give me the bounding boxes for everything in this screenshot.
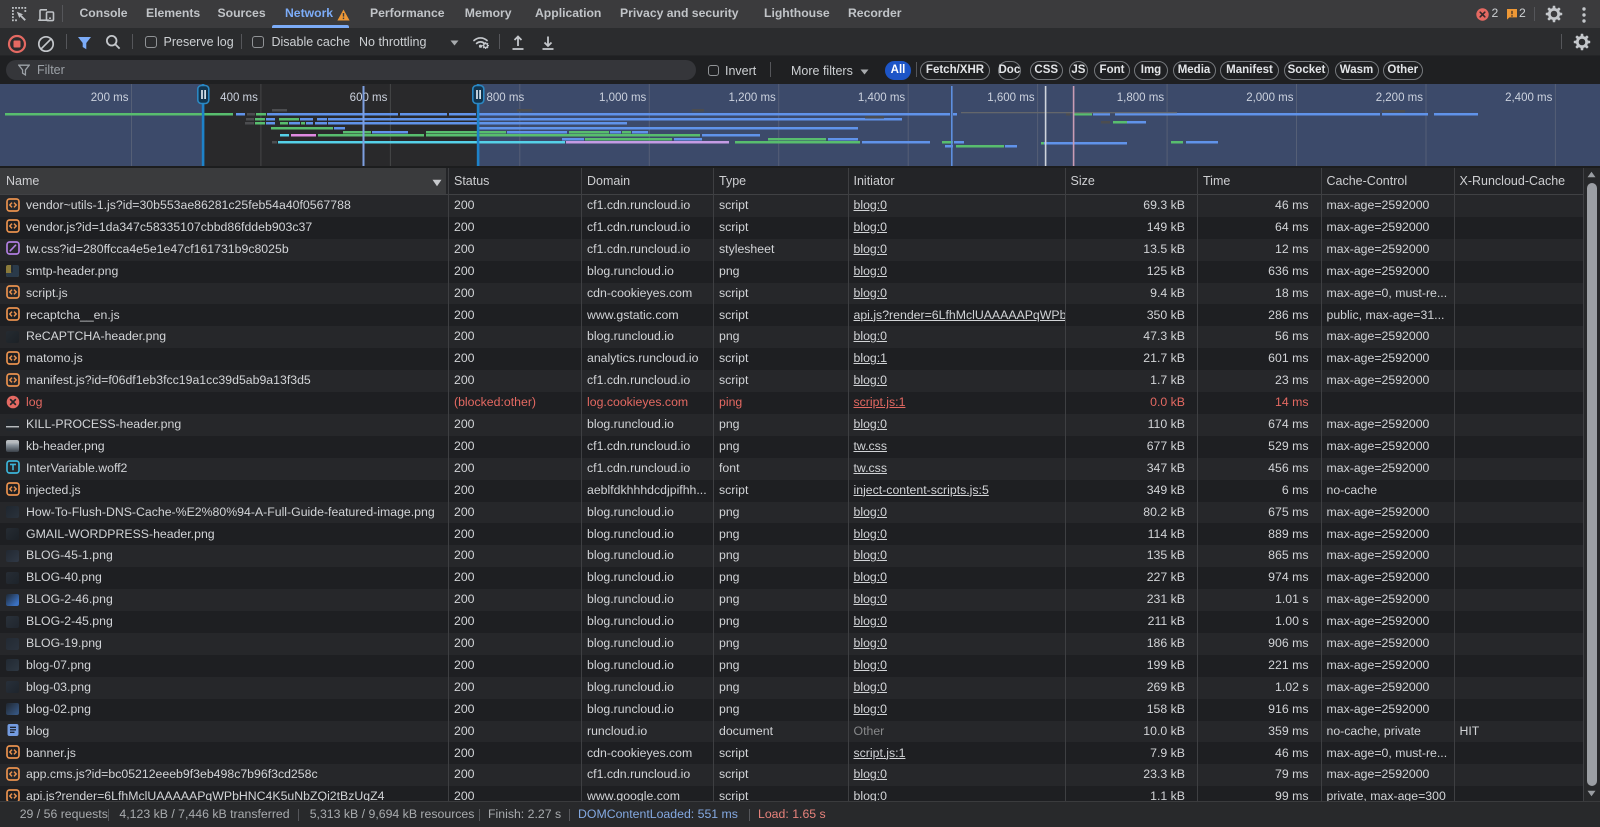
svg-text:2,400 ms: 2,400 ms	[1505, 92, 1553, 104]
svg-text:1,400 ms: 1,400 ms	[858, 92, 906, 104]
svg-text:1,600 ms: 1,600 ms	[987, 92, 1035, 104]
svg-text:1,000 ms: 1,000 ms	[599, 92, 647, 104]
svg-text:1,800 ms: 1,800 ms	[1117, 92, 1165, 104]
svg-text:2,000 ms: 2,000 ms	[1246, 92, 1294, 104]
svg-text:400 ms: 400 ms	[220, 92, 258, 104]
svg-text:200 ms: 200 ms	[91, 92, 129, 104]
svg-text:800 ms: 800 ms	[487, 92, 525, 104]
svg-text:600 ms: 600 ms	[350, 92, 388, 104]
svg-text:1,200 ms: 1,200 ms	[728, 92, 776, 104]
svg-text:2,200 ms: 2,200 ms	[1376, 92, 1424, 104]
